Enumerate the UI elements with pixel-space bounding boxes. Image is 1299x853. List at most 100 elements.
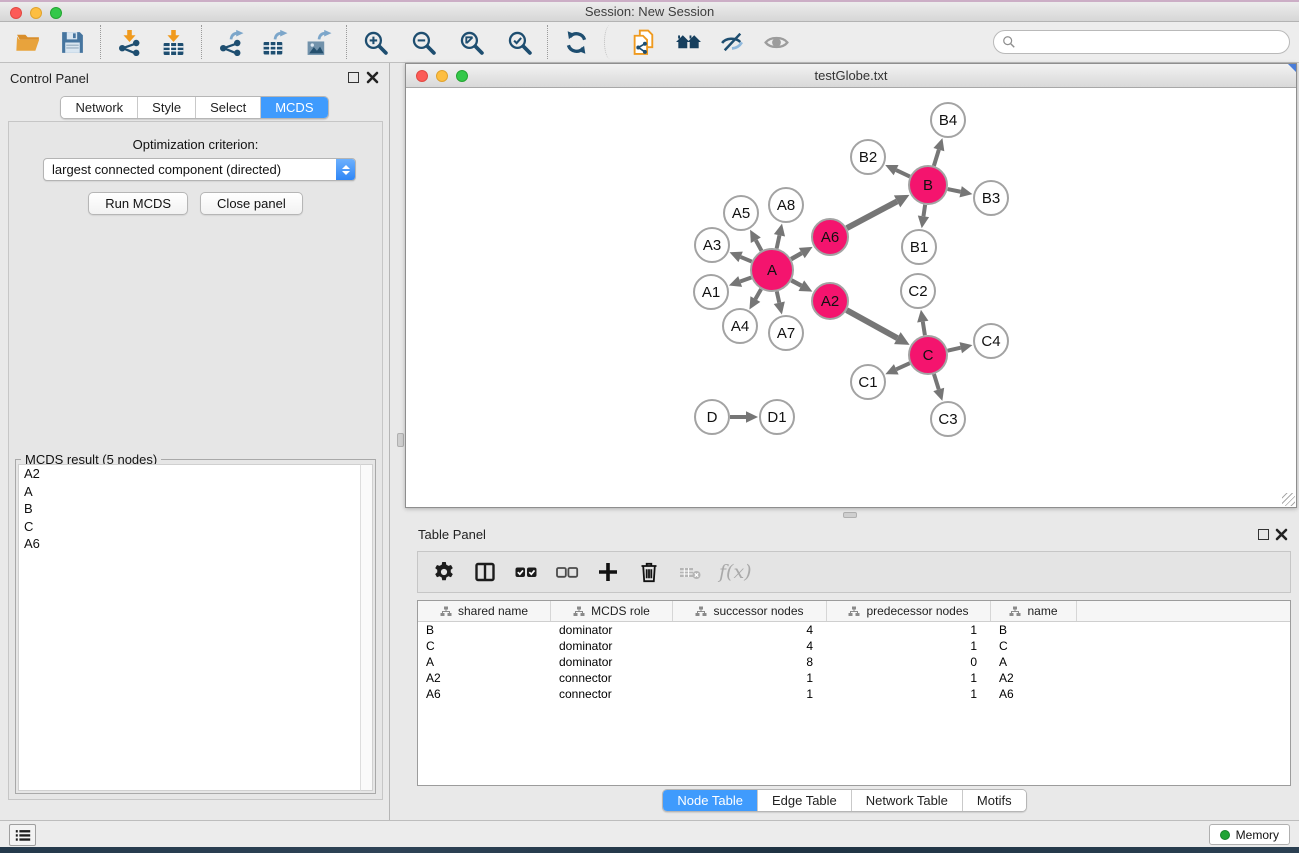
close-panel-icon[interactable] [366,71,379,84]
mcds-result-item[interactable]: C [19,518,361,536]
open-file-button[interactable] [11,25,45,59]
delete-column-button[interactable] [633,556,665,588]
import-table-button[interactable] [156,25,190,59]
home-button[interactable] [671,25,705,59]
delete-table-button [674,556,706,588]
column-header[interactable]: successor nodes [673,601,827,621]
table-cell: dominator [551,638,673,654]
graph-node-label: D1 [767,409,786,426]
table-toolbar: f(x) [417,551,1291,593]
table-row[interactable]: Bdominator41B [418,622,1290,638]
close-panel-button[interactable]: Close panel [200,192,303,215]
resize-grip-icon[interactable] [1282,493,1295,506]
zoom-out-button[interactable] [406,25,440,59]
graph-node-label: C [923,347,934,364]
graph-edge[interactable] [923,205,925,217]
tab-select[interactable]: Select [196,97,261,118]
export-network-button[interactable] [213,25,247,59]
network-canvas[interactable]: AA6A2BCA1A3A4A5A7A8B1B2B3B4C1C2C3C4DD1 [406,88,1296,507]
network-zoom-button[interactable] [456,70,468,82]
table-row[interactable]: Adominator80A [418,654,1290,670]
graph-edge[interactable] [777,235,780,248]
mcds-result-item[interactable]: A [19,483,361,501]
zoom-fit-button[interactable] [454,25,488,59]
copy-network-style-button[interactable] [627,25,661,59]
tab-mcds[interactable]: MCDS [261,97,327,118]
refresh-button[interactable] [559,25,593,59]
table-row[interactable]: Cdominator41C [418,638,1290,654]
graph-edge[interactable] [948,348,961,351]
graph-node-label: A4 [731,318,749,335]
graph-edge[interactable] [896,363,909,369]
desktop-horizontal-scrollbar[interactable] [843,512,857,518]
close-table-panel-icon[interactable] [1275,528,1288,541]
show-columns-button[interactable] [469,556,501,588]
graph-edge[interactable] [741,257,752,262]
network-close-button[interactable] [416,70,428,82]
hide-graphics-button[interactable] [715,25,749,59]
mcds-result-scrollbar[interactable] [360,464,373,791]
column-header[interactable]: name [991,601,1077,621]
table-row[interactable]: A6connector11A6 [418,686,1290,702]
graph-edge[interactable] [896,170,910,176]
save-session-button[interactable] [55,25,89,59]
mcds-result-item[interactable]: B [19,500,361,518]
graph-edge[interactable] [791,253,802,259]
network-minimize-button[interactable] [436,70,448,82]
window-resize-corner-icon[interactable] [1288,64,1296,72]
mcds-result-item[interactable]: A6 [19,535,361,553]
graph-edge[interactable] [755,289,761,299]
show-panels-list-button[interactable] [9,824,36,846]
export-table-icon [261,29,288,56]
graph-node-label: A2 [821,293,839,310]
graph-edge[interactable] [847,201,897,228]
graph-edge[interactable] [740,277,751,281]
tab-node-table[interactable]: Node Table [663,790,758,811]
graph-edge[interactable] [948,189,961,192]
graph-edge[interactable] [934,374,939,389]
table-cell: A2 [991,670,1077,686]
tab-edge-table[interactable]: Edge Table [758,790,852,811]
add-column-button[interactable] [592,556,624,588]
search-input[interactable] [1016,32,1281,52]
graph-edge[interactable] [777,291,780,302]
export-image-button[interactable] [301,25,335,59]
tab-network[interactable]: Network [61,97,138,118]
graph-edge[interactable] [923,322,925,336]
mcds-result-item[interactable]: A2 [19,465,361,483]
graph-edge[interactable] [756,240,762,250]
graph-edge[interactable] [791,280,801,285]
graph-edge[interactable] [847,310,898,338]
table-settings-button[interactable] [428,556,460,588]
desktop-vertical-scrollbar[interactable] [397,433,404,447]
show-graphics-icon [763,29,790,56]
criterion-dropdown[interactable]: largest connected component (directed) [43,158,356,181]
tab-motifs[interactable]: Motifs [963,790,1026,811]
graph-node-label: C2 [908,283,927,300]
import-network-button[interactable] [112,25,146,59]
memory-button[interactable]: Memory [1209,824,1290,845]
tab-network-table[interactable]: Network Table [852,790,963,811]
column-header[interactable]: predecessor nodes [827,601,991,621]
deselect-all-button[interactable] [551,556,583,588]
tab-style[interactable]: Style [138,97,196,118]
minimize-window-button[interactable] [30,7,42,19]
zoom-in-button[interactable] [358,25,392,59]
network-graph[interactable]: AA6A2BCA1A3A4A5A7A8B1B2B3B4C1C2C3C4DD1 [406,88,1296,507]
network-desktop: testGlobe.txt AA6A2BCA1A3A4A5A7A8B1B2B3B… [390,63,1299,520]
close-window-button[interactable] [10,7,22,19]
float-panel-icon[interactable] [348,72,359,83]
float-table-panel-icon[interactable] [1258,529,1269,540]
run-mcds-button[interactable]: Run MCDS [88,192,188,215]
control-panel: Control Panel Network Style Select MCDS … [0,63,390,820]
zoom-selected-button[interactable] [502,25,536,59]
select-all-button[interactable] [510,556,542,588]
column-header[interactable]: shared name [418,601,551,621]
graph-edge[interactable] [934,150,939,166]
mcds-result-list[interactable]: A2ABCA6 [18,464,362,791]
zoom-window-button[interactable] [50,7,62,19]
table-row[interactable]: A2connector11A2 [418,670,1290,686]
export-table-button[interactable] [257,25,291,59]
column-header[interactable]: MCDS role [551,601,673,621]
status-bar: Memory [0,820,1299,847]
